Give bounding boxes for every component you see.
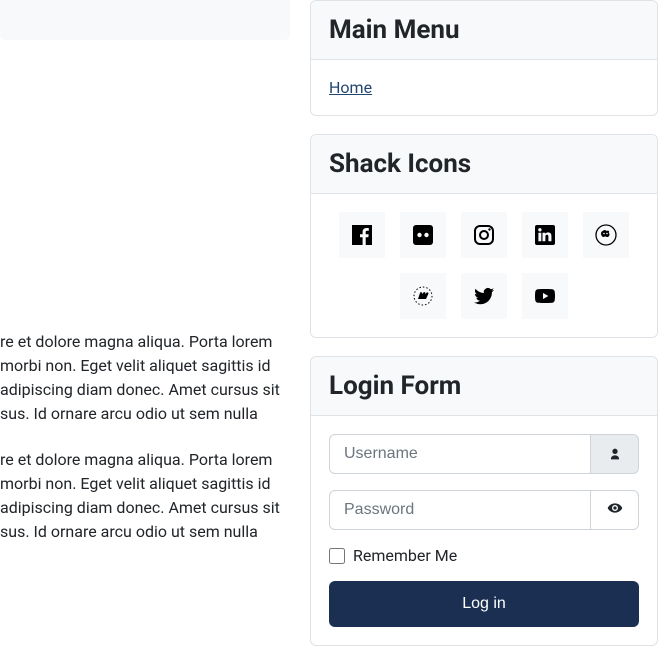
username-input[interactable] xyxy=(329,434,591,474)
login-form-module: Login Form Remember Me Lo xyxy=(310,356,658,646)
main-menu-title: Main Menu xyxy=(329,15,639,45)
eye-icon xyxy=(607,500,623,520)
facebook-icon[interactable] xyxy=(339,212,385,258)
user-icon xyxy=(591,434,639,474)
icons-grid xyxy=(329,212,639,319)
show-password-button[interactable] xyxy=(591,490,639,530)
twitter-icon[interactable] xyxy=(461,273,507,319)
menu-item-home[interactable]: Home xyxy=(329,78,372,97)
flickr-icon[interactable] xyxy=(400,212,446,258)
remember-me-label[interactable]: Remember Me xyxy=(353,546,457,565)
remember-me-checkbox[interactable] xyxy=(329,548,345,564)
main-menu-module: Main Menu Home xyxy=(310,0,658,116)
instagram-icon[interactable] xyxy=(461,212,507,258)
main-menu-header: Main Menu xyxy=(311,1,657,60)
youtube-icon[interactable] xyxy=(522,273,568,319)
mailchimp-icon[interactable] xyxy=(583,212,629,258)
shack-icons-title: Shack Icons xyxy=(329,149,639,179)
article-paragraph: re et dolore magna aliqua. Porta lorem m… xyxy=(0,330,290,426)
meetup-icon[interactable] xyxy=(400,273,446,319)
password-group xyxy=(329,490,639,530)
login-form-header: Login Form xyxy=(311,357,657,416)
linkedin-icon[interactable] xyxy=(522,212,568,258)
shack-icons-header: Shack Icons xyxy=(311,135,657,194)
article-paragraph: re et dolore magna aliqua. Porta lorem m… xyxy=(0,448,290,544)
login-form-title: Login Form xyxy=(329,371,639,401)
login-button[interactable]: Log in xyxy=(329,581,639,627)
username-group xyxy=(329,434,639,474)
shack-icons-module: Shack Icons xyxy=(310,134,658,338)
remember-me-row: Remember Me xyxy=(329,546,639,565)
content-block-top xyxy=(0,0,290,40)
password-input[interactable] xyxy=(329,490,591,530)
